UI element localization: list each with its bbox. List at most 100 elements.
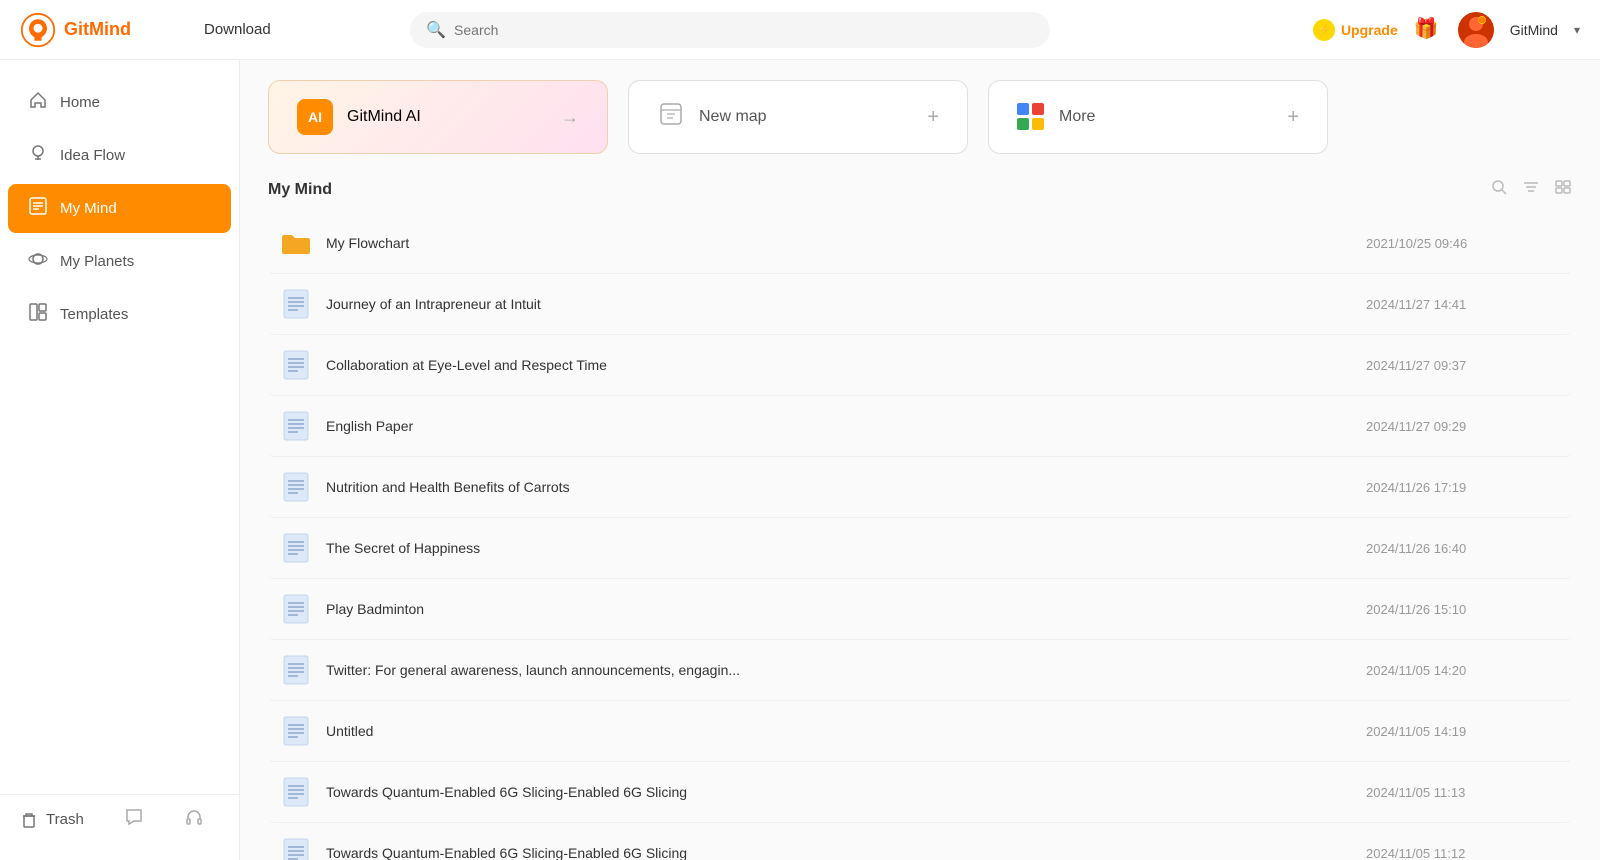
more-plus-icon: + [1287,106,1299,129]
new-map-plus-icon: + [927,106,939,129]
arrow-icon: → [561,107,579,128]
sidebar-label-templates: Templates [60,306,128,323]
file-name: Play Badminton [326,601,1366,617]
file-date: 2024/11/05 14:19 [1366,724,1526,739]
doc-icon [280,837,312,860]
sidebar-label-idea-flow: Idea Flow [60,147,125,164]
new-map-card[interactable]: New map + [628,80,968,154]
chevron-down-icon[interactable]: ▾ [1574,23,1580,37]
file-section-tools [1490,178,1572,201]
file-name: Collaboration at Eye-Level and Respect T… [326,357,1366,373]
search-icon: 🔍 [426,20,446,40]
search-tool-icon[interactable] [1490,178,1508,201]
file-date: 2024/11/27 09:37 [1366,358,1526,373]
file-list: My Flowchart 2021/10/25 09:46 ··· Journe… [268,213,1572,860]
templates-icon [28,302,48,327]
file-row[interactable]: Journey of an Intrapreneur at Intuit 202… [268,274,1572,335]
file-name: Towards Quantum-Enabled 6G Slicing-Enabl… [326,784,1366,800]
gitmind-ai-label: GitMind AI [347,108,421,126]
file-row[interactable]: Play Badminton 2024/11/26 15:10 ··· [268,579,1572,640]
sidebar-label-home: Home [60,94,100,111]
logo-text: GitMind [64,19,131,40]
doc-icon [280,349,312,381]
logo-icon [20,12,56,48]
doc-icon [280,715,312,747]
home-icon [28,90,48,115]
idea-flow-icon [28,143,48,168]
more-grid-icon [1017,103,1045,131]
sidebar-item-my-mind[interactable]: My Mind [8,184,231,233]
file-date: 2024/11/26 17:19 [1366,480,1526,495]
doc-icon [280,471,312,503]
file-section-title: My Mind [268,181,332,199]
file-date: 2024/11/27 09:29 [1366,419,1526,434]
trash-label: Trash [46,811,84,828]
file-row[interactable]: Nutrition and Health Benefits of Carrots… [268,457,1572,518]
file-date: 2024/11/05 14:20 [1366,663,1526,678]
doc-icon [280,654,312,686]
search-input[interactable] [454,22,1034,38]
topbar: GitMind Download 🔍 ⚡ Upgrade 🎁 GitMind ▾ [0,0,1600,60]
file-row[interactable]: Untitled 2024/11/05 14:19 ··· [268,701,1572,762]
doc-icon [280,288,312,320]
ai-icon: AI [297,99,333,135]
sidebar-item-templates[interactable]: Templates [8,290,231,339]
list-view-icon[interactable] [1554,178,1572,201]
my-mind-icon [28,196,48,221]
new-map-label: New map [699,108,767,126]
more-label: More [1059,108,1095,126]
doc-icon [280,532,312,564]
sidebar: Home Idea Flow My Mind [0,60,240,860]
my-planets-icon [28,249,48,274]
search-bar[interactable]: 🔍 [410,12,1050,48]
headset-icon[interactable] [184,807,204,832]
file-row[interactable]: Towards Quantum-Enabled 6G Slicing-Enabl… [268,823,1572,860]
download-link[interactable]: Download [204,21,271,38]
file-row[interactable]: My Flowchart 2021/10/25 09:46 ··· [268,213,1572,274]
quick-actions: AI GitMind AI → New map + [240,60,1600,174]
gift-icon[interactable]: 🎁 [1414,16,1442,44]
trash-item[interactable]: Trash [20,811,84,829]
user-name[interactable]: GitMind [1510,22,1558,38]
trash-icon [20,811,38,829]
upgrade-button[interactable]: ⚡ Upgrade [1313,19,1398,41]
sidebar-item-my-planets[interactable]: My Planets [8,237,231,286]
sidebar-bottom: Trash [0,794,239,844]
file-name: Twitter: For general awareness, launch a… [326,662,1366,678]
folder-icon [280,227,312,259]
more-card[interactable]: More + [988,80,1328,154]
file-name: English Paper [326,418,1366,434]
sidebar-label-my-mind: My Mind [60,200,117,217]
file-name: Untitled [326,723,1366,739]
avatar-image [1458,12,1494,48]
gitmind-ai-card[interactable]: AI GitMind AI → [268,80,608,154]
content-area: AI GitMind AI → New map + [240,60,1600,860]
doc-icon [280,776,312,808]
upgrade-icon: ⚡ [1313,19,1335,41]
upgrade-label: Upgrade [1341,22,1398,38]
main-layout: Home Idea Flow My Mind [0,60,1600,860]
file-date: 2024/11/26 16:40 [1366,541,1526,556]
file-row[interactable]: English Paper 2024/11/27 09:29 ··· [268,396,1572,457]
file-row[interactable]: Towards Quantum-Enabled 6G Slicing-Enabl… [268,762,1572,823]
file-date: 2024/11/26 15:10 [1366,602,1526,617]
file-name: My Flowchart [326,235,1366,251]
logo-area: GitMind [20,12,180,48]
file-name: Nutrition and Health Benefits of Carrots [326,479,1366,495]
file-name: Journey of an Intrapreneur at Intuit [326,296,1366,312]
file-date: 2024/11/05 11:12 [1366,846,1526,860]
file-section-header: My Mind [268,174,1572,201]
doc-icon [280,593,312,625]
file-row[interactable]: Collaboration at Eye-Level and Respect T… [268,335,1572,396]
file-section: My Mind [240,174,1600,860]
avatar[interactable] [1458,12,1494,48]
sort-icon[interactable] [1522,178,1540,201]
file-row[interactable]: The Secret of Happiness 2024/11/26 16:40… [268,518,1572,579]
topbar-right: ⚡ Upgrade 🎁 GitMind ▾ [1313,12,1580,48]
chat-icon[interactable] [124,807,144,832]
sidebar-item-home[interactable]: Home [8,78,231,127]
file-row[interactable]: Twitter: For general awareness, launch a… [268,640,1572,701]
sidebar-item-idea-flow[interactable]: Idea Flow [8,131,231,180]
file-date: 2021/10/25 09:46 [1366,236,1526,251]
new-map-icon [657,100,685,135]
